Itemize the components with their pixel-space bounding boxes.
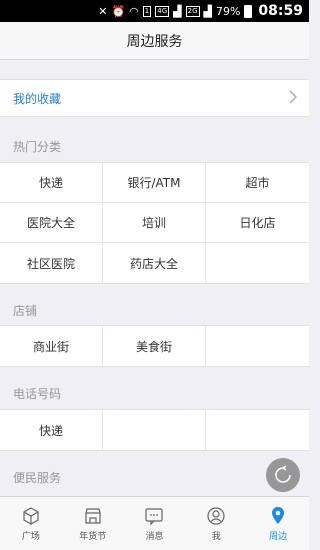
favorites-label: 我的收藏 <box>13 91 62 106</box>
shop-icon <box>84 507 101 524</box>
category-cell[interactable]: 银行/ATM <box>103 163 206 202</box>
grid-row: 医院大全 培训 日化店 <box>0 203 309 243</box>
tab-label: 消息 <box>145 531 164 542</box>
signal-icon: ▟ <box>173 4 182 18</box>
mute-icon: ✕ <box>98 4 108 18</box>
grid-hot-categories: 快递 银行/ATM 超市 医院大全 培训 日化店 社区医院 药店大全 <box>0 162 309 284</box>
grid-row: 快递 银行/ATM 超市 <box>0 163 309 203</box>
page-title: 周边服务 <box>126 33 183 50</box>
grid-shops: 商业街 美食街 <box>0 325 309 367</box>
alarm-icon: ⏰ <box>111 4 126 18</box>
category-cell[interactable]: 培训 <box>103 203 206 242</box>
phone-cell-empty <box>103 410 206 450</box>
category-cell[interactable]: 社区医院 <box>0 243 103 283</box>
tab-square[interactable]: 广场 <box>0 497 62 550</box>
network-4g-badge: 4G <box>155 5 170 17</box>
tab-messages[interactable]: 消息 <box>124 497 186 550</box>
chevron-right-icon <box>289 89 298 108</box>
shop-cell[interactable]: 美食街 <box>103 326 206 366</box>
favorites-row[interactable]: 我的收藏 <box>0 79 309 117</box>
category-cell[interactable]: 超市 <box>206 163 309 202</box>
grid-phone: 快递 <box>0 409 309 451</box>
tab-label: 年货节 <box>79 531 107 542</box>
category-cell-empty <box>206 243 309 283</box>
shop-cell[interactable]: 商业街 <box>0 326 103 366</box>
shop-cell-empty <box>206 326 309 366</box>
category-cell[interactable]: 医院大全 <box>0 203 103 242</box>
wifi-icon: ◠ <box>129 4 139 18</box>
section-title-hot: 热门分类 <box>13 140 62 154</box>
status-bar: ✕ ⏰ ◠ 1 4G ▟ 2G ▟ 79% 08:59 <box>0 0 309 22</box>
content-area[interactable]: 我的收藏 热门分类 快递 银行/ATM 超市 医院大全 培训 日化店 社区医院 … <box>0 60 309 496</box>
tab-festival[interactable]: 年货节 <box>62 497 124 550</box>
battery-percent: 79% <box>215 4 241 18</box>
sim-badge: 1 <box>142 5 152 17</box>
battery-icon <box>244 4 253 18</box>
clock: 08:59 <box>258 3 303 19</box>
category-cell[interactable]: 快递 <box>0 163 103 202</box>
phone-cell[interactable]: 快递 <box>0 410 103 450</box>
grid-row: 社区医院 药店大全 <box>0 243 309 283</box>
tab-label: 我 <box>211 531 221 542</box>
refresh-icon <box>275 465 291 483</box>
section-title-convenience: 便民服务 <box>13 471 62 485</box>
tab-label: 广场 <box>21 531 40 542</box>
nav-bar: 周边服务 <box>0 22 309 60</box>
tab-nearby[interactable]: 周边 <box>247 497 309 550</box>
signal-icon-2: ▟ <box>203 4 212 18</box>
location-pin-icon <box>272 506 285 524</box>
grid-row: 商业街 美食街 <box>0 326 309 366</box>
phone-cell-empty <box>206 410 309 450</box>
tab-label: 周边 <box>269 531 288 542</box>
category-cell[interactable]: 药店大全 <box>103 243 206 283</box>
tab-me[interactable]: 我 <box>185 497 247 550</box>
section-title-shops: 店铺 <box>13 304 38 318</box>
category-cell[interactable]: 日化店 <box>206 203 309 242</box>
grid-row: 快递 <box>0 410 309 450</box>
section-title-phone: 电话号码 <box>13 387 62 401</box>
tab-bar: 广场 年货节 消息 我 周边 <box>0 496 309 550</box>
message-icon <box>145 507 164 525</box>
cube-icon <box>23 506 39 525</box>
user-icon <box>207 506 225 525</box>
refresh-button[interactable] <box>266 458 300 492</box>
network-2g-badge: 2G <box>185 5 200 17</box>
